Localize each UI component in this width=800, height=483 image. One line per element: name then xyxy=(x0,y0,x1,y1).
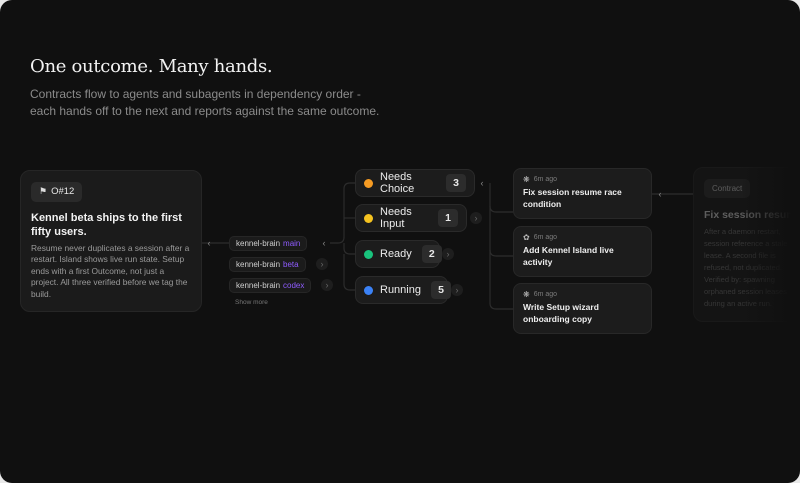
claude-icon: ❋ xyxy=(523,290,530,299)
status-dot xyxy=(364,213,373,223)
contract-line: during an active run. xyxy=(704,299,772,308)
openai-icon: ✿ xyxy=(523,233,530,242)
contract-line: After a daemon restart, xyxy=(704,227,781,236)
branch-chip-main[interactable]: kennel-brain main xyxy=(229,236,308,251)
chevron-left-icon[interactable]: ‹ xyxy=(203,237,215,249)
contract-line: session reference a stale xyxy=(704,239,788,248)
branch-repo: kennel-brain xyxy=(236,260,281,269)
flag-icon: ⚑ xyxy=(39,186,48,196)
task-card[interactable]: ❋ 6m ago Fix session resume race conditi… xyxy=(513,168,652,219)
connector xyxy=(343,254,355,291)
status-needs-choice[interactable]: Needs Choice 3 xyxy=(355,169,475,197)
branch-repo: kennel-brain xyxy=(236,239,281,248)
task-time: 6m ago xyxy=(533,291,558,298)
status-count: 1 xyxy=(438,209,458,227)
contract-title: Fix session resume xyxy=(704,209,800,221)
status-dot xyxy=(364,285,373,295)
chevron-left-icon[interactable]: ‹ xyxy=(654,188,666,200)
contract-tag: Contract xyxy=(704,179,751,198)
status-label: Needs Input xyxy=(380,206,412,230)
chevron-left-icon[interactable]: ‹ xyxy=(476,177,488,189)
chevron-right-icon[interactable]: › xyxy=(321,279,333,291)
connector xyxy=(489,206,513,257)
branch-chip-beta[interactable]: kennel-brain beta xyxy=(229,257,306,272)
contract-body: After a daemon restart, session referenc… xyxy=(704,226,800,310)
task-meta: ❋ 6m ago xyxy=(523,175,642,184)
chevron-right-icon[interactable]: › xyxy=(442,248,454,260)
branch-agent: codex xyxy=(283,281,305,290)
app-frame: One outcome. Many hands. Contracts flow … xyxy=(0,0,800,483)
task-card[interactable]: ✿ 6m ago Add Kennel Island live activity xyxy=(513,226,652,277)
branch-repo: kennel-brain xyxy=(236,281,281,290)
outcome-title: Kennel beta ships to the first fifty use… xyxy=(31,211,182,238)
outcome-tag: ⚑ O#12 xyxy=(31,181,83,202)
chevron-right-icon[interactable]: › xyxy=(316,258,328,270)
task-title: Fix session resume race condition xyxy=(523,187,622,209)
task-title: Write Setup wizard onboarding copy xyxy=(523,302,599,324)
outcome-id: O#12 xyxy=(51,186,75,197)
contract-line: lease. A second file is xyxy=(704,251,776,260)
connector xyxy=(489,183,513,213)
status-label: Ready xyxy=(380,248,412,260)
outcome-description: Resume never duplicates a session after … xyxy=(31,242,190,299)
status-label: Running xyxy=(380,284,421,296)
task-time: 6m ago xyxy=(533,176,558,183)
status-label: Needs Choice xyxy=(380,171,415,195)
status-ready[interactable]: Ready 2 xyxy=(355,240,442,268)
status-count: 5 xyxy=(430,281,451,299)
claude-icon: ❋ xyxy=(523,175,530,184)
status-running[interactable]: Running 5 xyxy=(355,276,451,304)
status-needs-input[interactable]: Needs Input 1 xyxy=(355,204,467,232)
task-meta: ✿ 6m ago xyxy=(523,233,642,242)
contract-card[interactable]: Contract Fix session resume After a daem… xyxy=(693,167,800,322)
status-dot xyxy=(364,249,373,259)
status-count: 2 xyxy=(421,245,442,263)
chevron-left-icon[interactable]: ‹ xyxy=(318,237,330,249)
connector xyxy=(343,243,355,255)
connector xyxy=(489,250,513,310)
contract-line: refused, not duplicated. xyxy=(704,263,782,272)
chevron-right-icon[interactable]: › xyxy=(451,284,463,296)
branch-agent: main xyxy=(283,239,301,248)
task-time: 6m ago xyxy=(533,234,558,241)
branch-agent: beta xyxy=(283,260,299,269)
outcome-card[interactable]: ⚑ O#12 Kennel beta ships to the first fi… xyxy=(20,170,202,312)
connector xyxy=(330,182,355,244)
chevron-right-icon[interactable]: › xyxy=(470,212,482,224)
status-dot xyxy=(364,178,373,188)
status-count: 3 xyxy=(446,174,466,192)
branch-chip-codex[interactable]: kennel-brain codex xyxy=(229,278,312,293)
contract-line: orphaned session leases xyxy=(704,287,787,296)
task-meta: ❋ 6m ago xyxy=(523,290,642,299)
show-more-link[interactable]: Show more xyxy=(235,299,268,306)
task-title: Add Kennel Island live activity xyxy=(523,245,614,267)
task-card[interactable]: ❋ 6m ago Write Setup wizard onboarding c… xyxy=(513,283,652,334)
contract-line: Verified by: spawning xyxy=(704,275,775,284)
